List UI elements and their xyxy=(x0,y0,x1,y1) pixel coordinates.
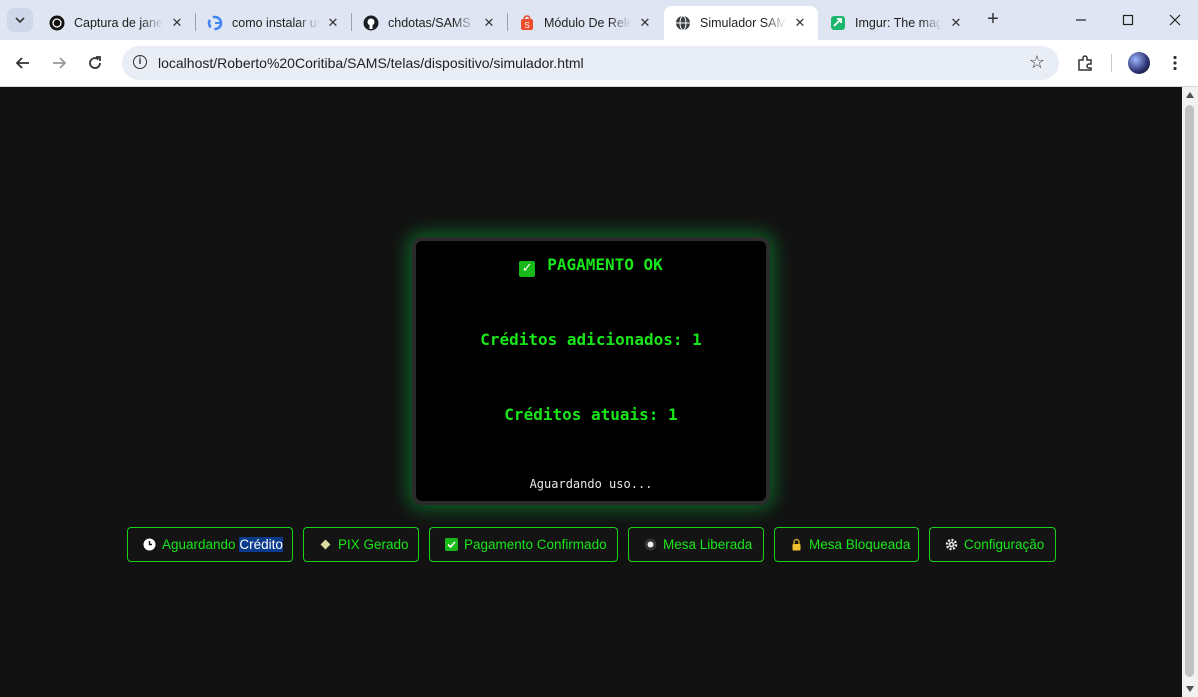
chevron-down-icon xyxy=(15,17,25,24)
shopee-icon: S xyxy=(519,15,535,31)
globe-icon xyxy=(675,15,691,31)
reload-icon[interactable] xyxy=(84,52,106,74)
credits-current-text: Créditos atuais: 1 xyxy=(504,405,678,424)
address-bar[interactable]: i localhost/Roberto%20Coritiba/SAMS/tela… xyxy=(122,46,1059,80)
tab-title: como instalar um xyxy=(232,16,319,30)
display-title-text: PAGAMENTO OK xyxy=(547,255,663,274)
new-tab-icon[interactable]: + xyxy=(982,9,1004,31)
device-display: ✓ PAGAMENTO OK Créditos adicionados: 1 Cr… xyxy=(412,237,770,505)
tab-title: chdotas/SAMS xyxy=(388,16,471,30)
google-icon xyxy=(207,15,223,31)
tab-strip: Captura de janela ✕ como instalar um ✕ c… xyxy=(0,0,1198,40)
button-label: Configuração xyxy=(964,537,1045,552)
scroll-up-icon[interactable] xyxy=(1186,92,1194,98)
url-text: localhost/Roberto%20Coritiba/SAMS/telas/… xyxy=(158,55,584,71)
site-info-icon[interactable]: i xyxy=(133,55,147,69)
close-icon[interactable]: ✕ xyxy=(481,15,497,31)
gear-icon xyxy=(944,538,958,552)
github-icon xyxy=(363,15,379,31)
close-icon[interactable]: ✕ xyxy=(792,15,808,31)
tab-imgur[interactable]: Imgur: The magic ✕ xyxy=(819,6,974,40)
back-icon[interactable] xyxy=(12,52,34,74)
scroll-down-icon[interactable] xyxy=(1186,686,1194,692)
button-label: PIX Gerado xyxy=(338,537,409,552)
clock-icon xyxy=(142,538,156,552)
imgur-icon xyxy=(830,15,846,31)
forward-icon[interactable] xyxy=(48,52,70,74)
close-icon[interactable]: ✕ xyxy=(637,15,653,31)
close-icon[interactable]: ✕ xyxy=(948,15,964,31)
check-icon xyxy=(444,538,458,552)
kebab-menu-icon[interactable] xyxy=(1164,52,1186,74)
pagamento-confirmado-button[interactable]: Pagamento Confirmado xyxy=(429,527,618,562)
button-label: Mesa Liberada xyxy=(663,537,753,552)
tab-google[interactable]: como instalar um ✕ xyxy=(196,6,351,40)
button-label: Aguardando xyxy=(162,537,240,552)
selected-text-highlight: Crédito xyxy=(239,537,283,552)
tab-title: Simulador SAMS xyxy=(700,16,786,30)
svg-text:S: S xyxy=(524,21,529,30)
pix-icon xyxy=(318,538,332,552)
profile-avatar[interactable] xyxy=(1128,52,1150,74)
window-close-icon[interactable] xyxy=(1164,9,1186,31)
minimize-icon[interactable] xyxy=(1070,9,1092,31)
mesa-bloqueada-button[interactable]: Mesa Bloqueada xyxy=(774,527,919,562)
mesa-liberada-button[interactable]: Mesa Liberada xyxy=(628,527,764,562)
configuracao-button[interactable]: Configuração xyxy=(929,527,1056,562)
bookmark-star-icon[interactable]: ☆ xyxy=(1029,52,1045,73)
tab-github[interactable]: chdotas/SAMS ✕ xyxy=(352,6,507,40)
close-icon[interactable]: ✕ xyxy=(325,15,341,31)
check-icon: ✓ xyxy=(519,261,536,277)
scrollbar-thumb[interactable] xyxy=(1185,105,1194,677)
tab-shopee[interactable]: S Módulo De Relé ✕ xyxy=(508,6,663,40)
openai-icon xyxy=(49,15,65,31)
aguardando-credito-button[interactable]: Aguardando Crédito xyxy=(127,527,293,562)
maximize-icon[interactable] xyxy=(1117,9,1139,31)
tab-title: Captura de janela xyxy=(74,16,163,30)
pix-gerado-button[interactable]: PIX Gerado xyxy=(303,527,419,562)
extensions-icon[interactable] xyxy=(1074,52,1096,74)
tab-search-button[interactable] xyxy=(7,8,33,32)
credits-added-text: Créditos adicionados: 1 xyxy=(480,330,702,349)
toolbar-divider xyxy=(1111,54,1112,72)
button-label: Pagamento Confirmado xyxy=(464,537,607,552)
billiard-ball-icon xyxy=(643,538,657,552)
tab-captura[interactable]: Captura de janela ✕ xyxy=(38,6,195,40)
display-title: ✓ PAGAMENTO OK xyxy=(416,255,766,277)
browser-toolbar: i localhost/Roberto%20Coritiba/SAMS/tela… xyxy=(0,40,1198,87)
tab-title: Imgur: The magic xyxy=(855,16,942,30)
page-scrollbar[interactable] xyxy=(1182,87,1198,697)
status-footer-text: Aguardando uso... xyxy=(529,477,653,491)
lock-icon xyxy=(789,538,803,552)
tab-title: Módulo De Relé xyxy=(544,16,631,30)
button-label: Mesa Bloqueada xyxy=(809,537,911,552)
tab-simulador[interactable]: Simulador SAMS ✕ xyxy=(664,6,818,40)
close-icon[interactable]: ✕ xyxy=(169,15,185,31)
